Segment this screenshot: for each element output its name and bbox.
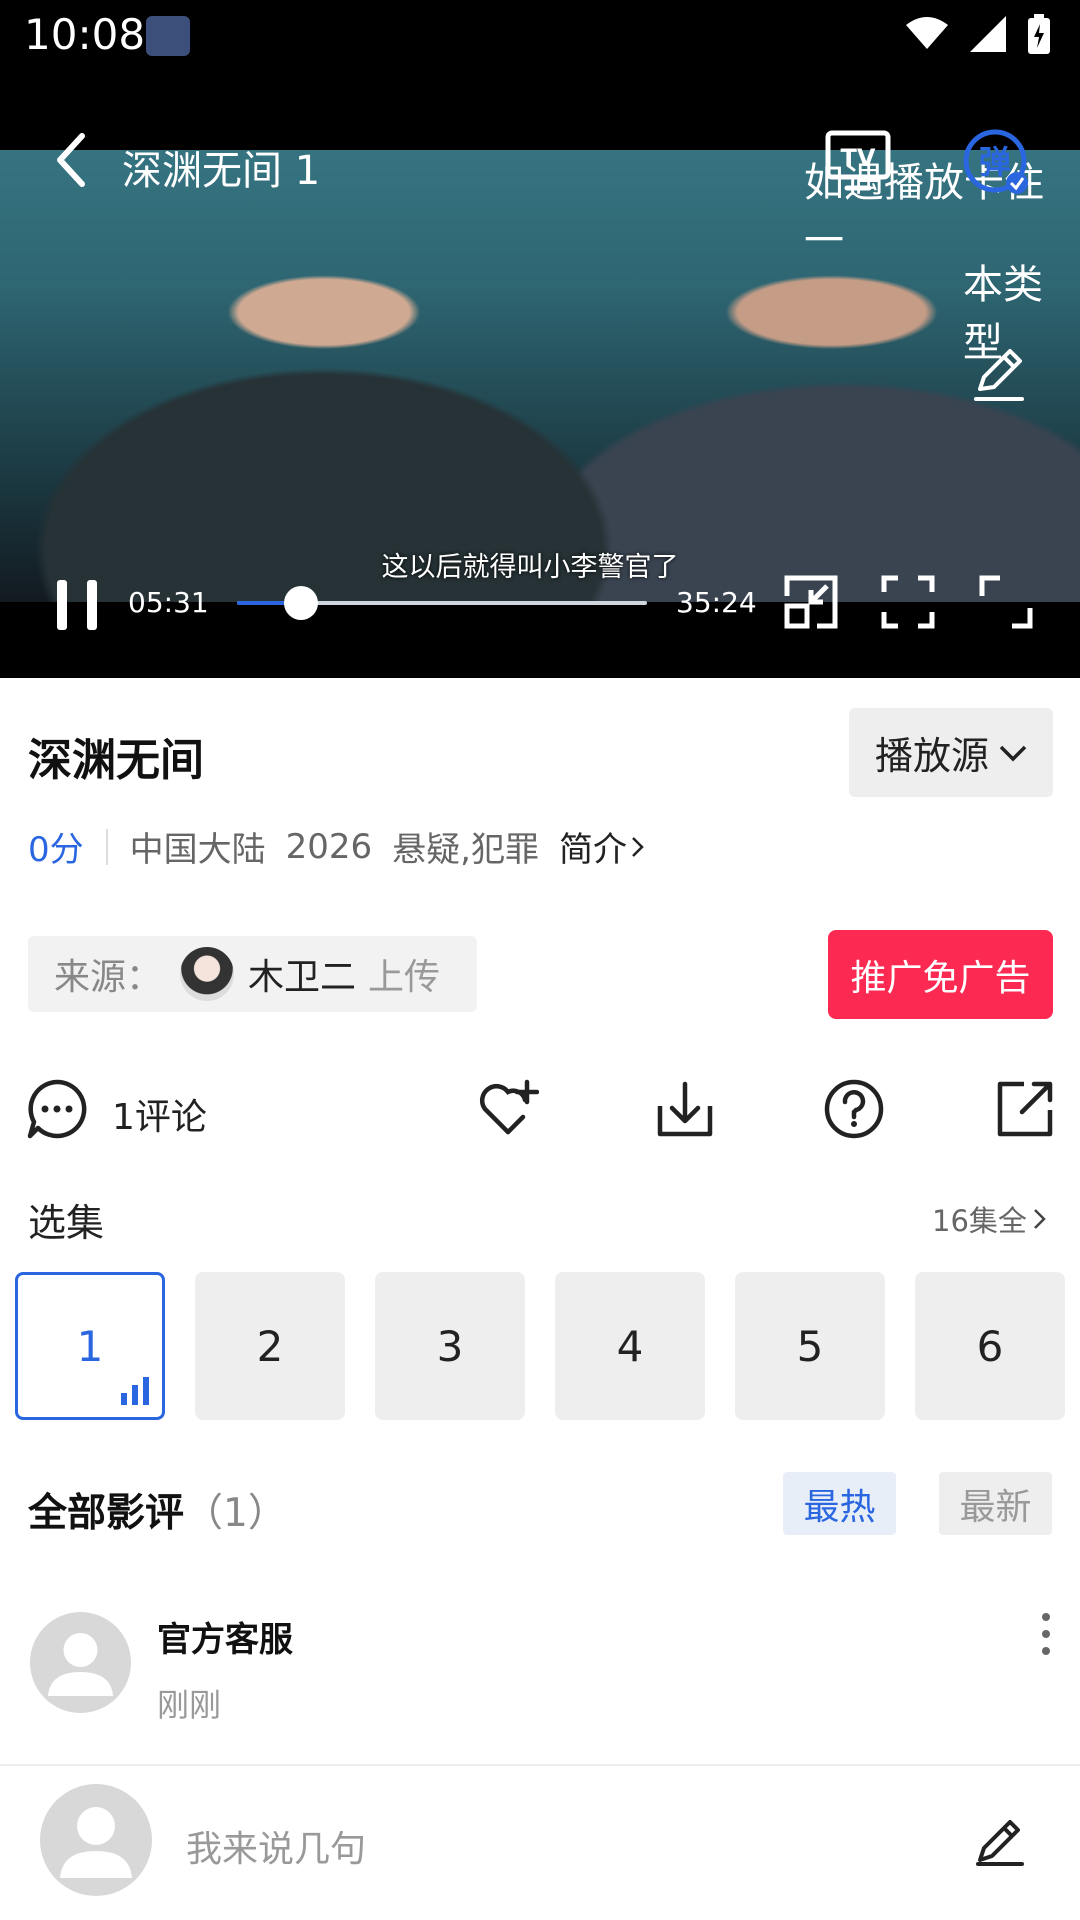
review-time: 刚刚	[157, 1686, 222, 1724]
episodes-all-link[interactable]: 16集全	[932, 1198, 1047, 1240]
chevron-right-icon	[1034, 1209, 1046, 1229]
battery-charging-icon	[1028, 14, 1050, 54]
tv-label: TV	[841, 144, 876, 172]
show-title: 深渊无间	[28, 735, 204, 786]
episode-number: 2	[256, 1321, 284, 1371]
episode-button-5[interactable]: 5	[735, 1272, 885, 1420]
status-time: 10:08	[24, 10, 146, 59]
reviewer-avatar[interactable]	[30, 1612, 131, 1713]
sort-hot-button[interactable]: 最热	[783, 1472, 896, 1535]
episode-button-2[interactable]: 2	[195, 1272, 345, 1420]
add-favorite-icon[interactable]	[477, 1078, 539, 1140]
progress-thumb[interactable]	[284, 586, 318, 620]
episode-number: 4	[616, 1321, 644, 1371]
reviews-heading: 全部影评（1）	[28, 1482, 287, 1538]
reviewer-name[interactable]: 官方客服	[157, 1612, 293, 1661]
uploader-suffix: 上传	[368, 957, 441, 998]
region: 中国大陆	[129, 830, 266, 870]
comment-icon[interactable]	[26, 1078, 88, 1140]
intro-link[interactable]: 简介	[559, 822, 645, 871]
uploader-avatar	[180, 947, 235, 1001]
chevron-right-icon	[632, 836, 644, 857]
episodes-label: 选集	[28, 1201, 105, 1245]
user-icon	[60, 1807, 132, 1878]
genres: 悬疑,犯罪	[392, 830, 539, 870]
status-icons	[906, 14, 1050, 54]
reviews-title: 全部影评	[28, 1491, 185, 1536]
comment-count[interactable]: 1评论	[112, 1088, 207, 1140]
meta-divider	[105, 828, 108, 865]
episode-button-4[interactable]: 4	[555, 1272, 705, 1420]
now-playing-icon	[121, 1377, 149, 1405]
help-icon[interactable]	[823, 1078, 885, 1140]
sort-new-button[interactable]: 最新	[939, 1472, 1052, 1535]
comment-input[interactable]: 我来说几句	[186, 1820, 366, 1872]
episode-number: 3	[436, 1321, 464, 1371]
screen-fit-icon[interactable]	[880, 574, 936, 630]
episode-number: 1	[76, 1321, 104, 1371]
score: 0分	[28, 830, 84, 870]
play-source-button[interactable]: 播放源	[849, 708, 1053, 797]
episode-button-6[interactable]: 6	[915, 1272, 1065, 1420]
episodes-all-label: 16集全	[932, 1204, 1027, 1238]
share-icon[interactable]	[994, 1078, 1056, 1140]
my-avatar	[40, 1784, 152, 1896]
back-icon[interactable]	[50, 130, 90, 190]
source-label: 来源：	[54, 957, 163, 998]
episode-button-1[interactable]: 1	[15, 1272, 165, 1420]
more-options-icon[interactable]	[1036, 1612, 1056, 1656]
user-icon	[48, 1633, 113, 1696]
episode-button-3[interactable]: 3	[375, 1272, 525, 1420]
app-notification-icon	[146, 16, 190, 56]
show-meta: 0分 中国大陆 2026 悬疑,犯罪 简介	[28, 822, 645, 871]
pause-icon[interactable]	[54, 578, 100, 632]
intro-label: 简介	[558, 830, 627, 870]
chevron-down-icon	[999, 745, 1027, 761]
fullscreen-icon[interactable]	[978, 574, 1034, 630]
danmu-toggle-icon[interactable]: 弹	[962, 128, 1032, 198]
edit-icon[interactable]	[972, 1812, 1028, 1868]
play-source-label: 播放源	[874, 734, 989, 778]
danmu-label: 弹	[979, 143, 1011, 181]
tv-cast-icon[interactable]: TV	[825, 130, 891, 192]
year: 2026	[285, 826, 373, 867]
episode-number: 5	[796, 1321, 824, 1371]
promote-ad-free-button[interactable]: 推广免广告	[828, 930, 1053, 1019]
wifi-icon	[906, 17, 948, 49]
uploader-name: 木卫二	[248, 957, 357, 998]
danmu-edit-icon[interactable]	[970, 345, 1028, 403]
episode-number: 6	[976, 1321, 1004, 1371]
divider	[0, 1764, 1080, 1766]
current-time: 05:31	[128, 586, 209, 619]
uploader-info[interactable]: 来源： 木卫二 上传	[28, 936, 477, 1012]
player-title: 深渊无间 1	[122, 148, 321, 194]
total-time: 35:24	[676, 586, 757, 619]
picture-in-picture-icon[interactable]	[783, 574, 839, 630]
signal-icon	[970, 16, 1006, 52]
download-icon[interactable]	[654, 1078, 716, 1140]
reviews-count: （1）	[184, 1491, 287, 1536]
